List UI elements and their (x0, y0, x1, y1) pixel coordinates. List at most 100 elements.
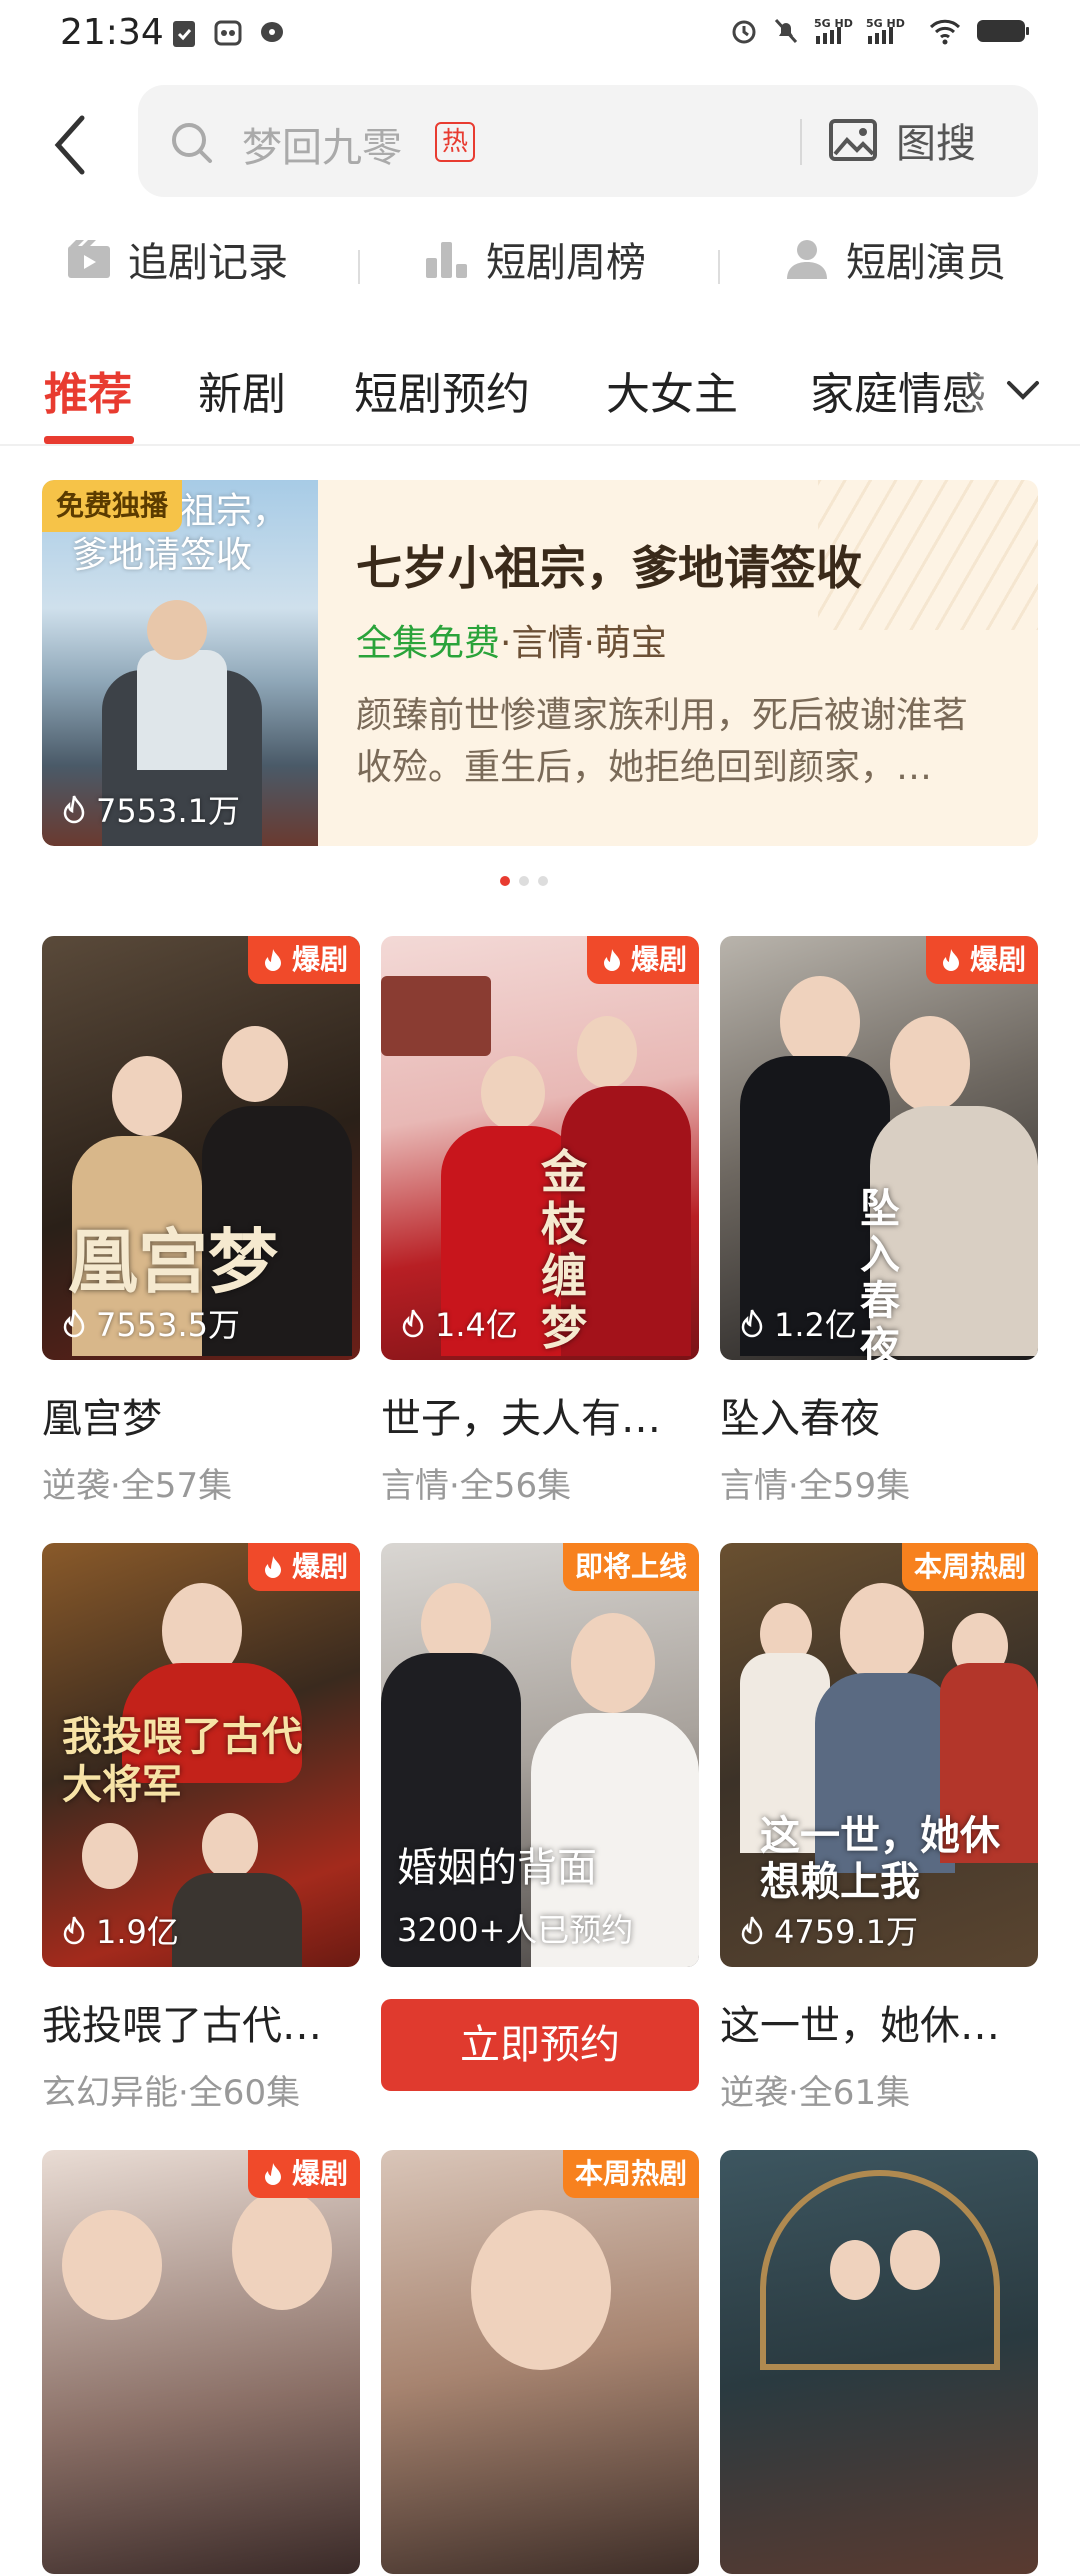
drama-meta: 言情·全59集 (720, 1466, 911, 1506)
drama-card[interactable]: 凰宫梦 爆剧 7553.5万 凰宫梦 逆袭·全57集 (42, 936, 360, 1507)
featured-banner[interactable]: 七岁小祖宗，爹地请签收 免费独播 7553.1万 七岁小祖宗，爹地请签收 全集免… (42, 480, 1038, 846)
poster-arch (760, 2170, 1000, 2370)
flame-icon (264, 2163, 281, 2185)
tab-reservations[interactable]: 短剧预约 (354, 358, 530, 422)
play-count-value: 7553.1万 (96, 792, 240, 830)
badge-label: 爆剧 (291, 1550, 348, 1583)
poster-title-art: 我投喂了古代大将军 (62, 1713, 302, 1808)
play-count-value: 4759.1万 (774, 1913, 918, 1951)
tab-heroine[interactable]: 大女主 (606, 358, 738, 422)
hot-badge: 爆剧 (247, 936, 360, 984)
shortcut-divider (358, 250, 360, 284)
mute-icon (774, 18, 798, 44)
flame-icon (741, 1309, 763, 1338)
poster-figure (62, 2210, 162, 2320)
tab-new[interactable]: 新剧 (198, 358, 286, 422)
signal-icon: 5G HD 5G HD (814, 17, 905, 44)
poster-figure (147, 600, 207, 660)
drama-card[interactable]: 坠入春夜 爆剧 1.2亿 坠入春夜 言情·全59集 (720, 936, 1038, 1507)
active-tab-indicator (44, 436, 134, 444)
image-icon (829, 119, 877, 161)
flame-icon (942, 949, 959, 971)
badge-label: 爆剧 (969, 943, 1026, 976)
image-search-button[interactable]: 图搜 (828, 111, 976, 169)
flame-icon (63, 1309, 85, 1338)
play-count-value: 7553.5万 (96, 1306, 240, 1344)
poster-figure (222, 1026, 288, 1102)
poster-figure (202, 1813, 258, 1879)
drama-card[interactable]: 我投喂了古代大将军 爆剧 1.9亿 我投喂了古代… 玄幻异能·全60集 (42, 1543, 360, 2114)
poster-title-art: 这一世，她休想赖上我 (760, 1812, 1000, 1905)
drama-poster: 即将上线 婚姻的背面 3200+人已预约 (381, 1543, 699, 1967)
drama-poster: 爆剧 (42, 2150, 360, 2574)
shortcut-actors[interactable]: 短剧演员 (784, 230, 1006, 288)
shortcut-label: 追剧记录 (128, 240, 288, 286)
drama-title: 这一世，她休… (720, 2003, 1000, 2049)
banner-title: 七岁小祖宗，爹地请签收 (356, 541, 862, 595)
poster-title-art: 金枝缠梦 (541, 1145, 587, 1355)
poster-figure (890, 2230, 940, 2290)
drama-poster: 这一世，她休想赖上我 本周热剧 4759.1万 (720, 1543, 1038, 1967)
flame-icon (741, 1916, 763, 1945)
drama-meta: 言情·全56集 (381, 1466, 572, 1506)
play-count-value: 1.2亿 (774, 1306, 857, 1344)
drama-card[interactable]: 金枝缠梦 爆剧 1.4亿 世子，夫人有… 言情·全56集 (381, 936, 699, 1507)
reserve-button[interactable]: 立即预约 (381, 1999, 699, 2091)
drama-meta: 玄幻异能·全60集 (42, 2073, 301, 2113)
chevron-down-icon[interactable] (1003, 370, 1043, 410)
poster-figure (577, 1016, 637, 1088)
hot-badge: 爆剧 (925, 936, 1038, 984)
flame-icon (402, 1309, 424, 1338)
poster-figure (112, 1056, 182, 1136)
hot-badge: 热 (435, 122, 475, 162)
alarm-icon (732, 20, 756, 44)
exclusive-badge: 免费独播 (42, 480, 183, 532)
play-count: 7553.1万 (58, 786, 240, 832)
poster-figure (137, 650, 227, 770)
poster-figure (172, 1873, 302, 1967)
drama-title: 世子，夫人有… (381, 1396, 661, 1442)
tab-recommended[interactable]: 推荐 (44, 358, 132, 422)
search-bar: 梦回九零 热 图搜 (0, 80, 1080, 200)
flame-icon (264, 1556, 281, 1578)
shortcut-weekly-chart[interactable]: 短剧周榜 (424, 230, 646, 288)
flame-icon (63, 795, 85, 824)
notification-icons (170, 18, 286, 48)
shortcut-label: 短剧周榜 (486, 240, 646, 286)
drama-card[interactable] (720, 2150, 1038, 2574)
carousel-indicator (500, 876, 548, 886)
drama-meta: 逆袭·全57集 (42, 1466, 233, 1506)
battery-icon (977, 20, 1029, 42)
poster-figure (840, 1583, 924, 1683)
status-time: 21:34 (60, 12, 164, 53)
drama-poster: 凰宫梦 爆剧 7553.5万 (42, 936, 360, 1360)
drama-card[interactable]: 即将上线 婚姻的背面 3200+人已预约 立即预约 (381, 1543, 699, 2091)
search-input[interactable]: 梦回九零 热 图搜 (138, 85, 1038, 197)
badge-label: 爆剧 (630, 943, 687, 976)
back-icon[interactable] (50, 110, 110, 180)
system-icons: 5G HD 5G HD (730, 16, 1030, 46)
weekly-hot-badge: 本周热剧 (901, 1543, 1038, 1591)
play-count: 1.4亿 (397, 1300, 518, 1346)
carousel-dot (500, 876, 510, 886)
person-icon (787, 240, 827, 279)
drama-card[interactable]: 这一世，她休想赖上我 本周热剧 4759.1万 这一世，她休… 逆袭·全61集 (720, 1543, 1038, 2114)
drama-card[interactable]: 本周热剧 (381, 2150, 699, 2574)
drama-title: 凰宫梦 (42, 1396, 162, 1442)
poster-figure (890, 1016, 970, 1112)
badge-label: 爆剧 (291, 943, 348, 976)
badge-label: 爆剧 (291, 2157, 348, 2190)
game-icon (214, 20, 242, 46)
play-count-value: 1.4亿 (435, 1306, 518, 1344)
poster-figure (571, 1613, 655, 1713)
reservation-count: 3200+人已预约 (397, 1911, 634, 1949)
drama-poster: 本周热剧 (381, 2150, 699, 2574)
poster-figure (830, 2240, 880, 2300)
shortcut-row: 追剧记录 短剧周榜 短剧演员 (0, 230, 1080, 300)
carousel-dot (519, 876, 529, 886)
coming-soon-badge: 即将上线 (562, 1543, 699, 1591)
shortcut-watch-history[interactable]: 追剧记录 (66, 230, 288, 288)
drama-card[interactable]: 爆剧 (42, 2150, 360, 2574)
search-divider (800, 119, 802, 165)
poster-figure (471, 2210, 611, 2370)
